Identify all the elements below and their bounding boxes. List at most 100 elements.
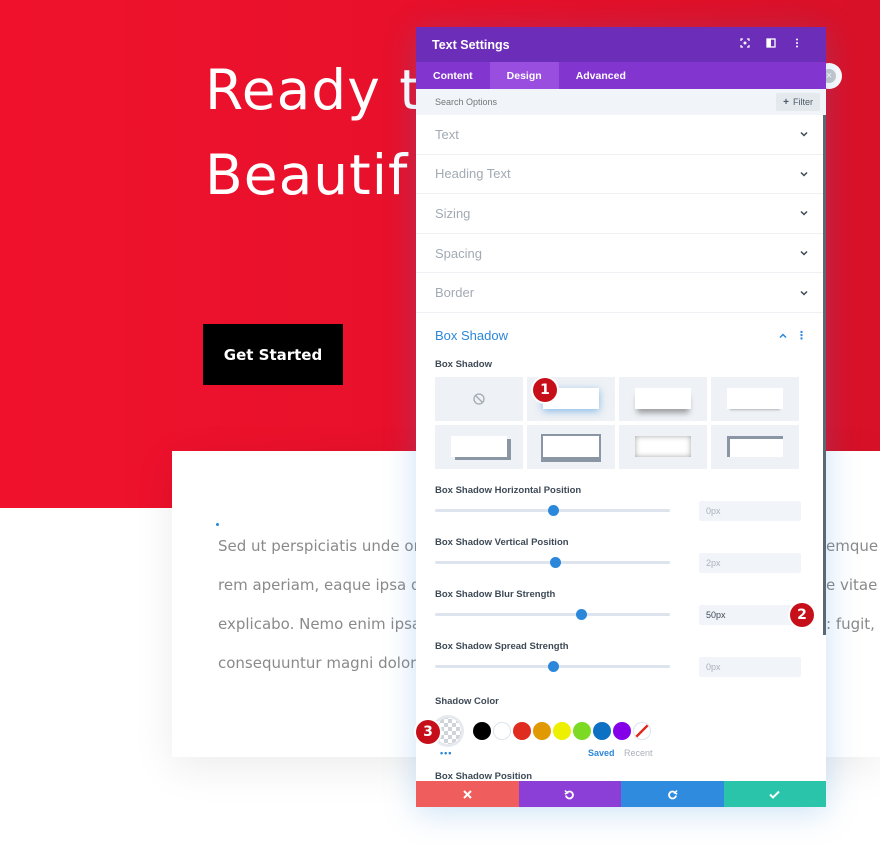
search-options-input[interactable] [435, 97, 777, 107]
save-button[interactable] [723, 781, 826, 807]
chevron-down-icon [800, 289, 808, 297]
slider-thumb[interactable] [547, 505, 559, 517]
text-settings-modal: Text Settings Content Design Advanced + … [416, 27, 826, 807]
swatch[interactable] [613, 721, 631, 740]
undo-button[interactable] [518, 781, 621, 807]
value-input[interactable]: 2px [699, 552, 801, 573]
shadow-color-label: Shadow Color [435, 695, 499, 707]
swatch[interactable] [573, 721, 591, 740]
close-icon [463, 789, 472, 799]
slider-track[interactable] [435, 661, 670, 673]
section-label: Border [435, 285, 475, 301]
modal-footer [416, 781, 826, 807]
value-input[interactable]: 50px [699, 604, 801, 625]
box-shadow-preset-label: Box Shadow [435, 358, 493, 370]
paragraph-line: Sed ut perspiciatis unde or [218, 537, 420, 555]
section-border[interactable]: Border [416, 273, 826, 313]
annotation-badge: 1 [533, 378, 557, 402]
preset-6[interactable] [619, 424, 707, 469]
chevron-up-icon [779, 332, 787, 340]
redo-button[interactable] [621, 781, 724, 807]
section-text[interactable]: Text [416, 115, 826, 155]
slider-track[interactable] [435, 609, 670, 621]
section-label: Sizing [435, 205, 471, 221]
cursor-dot [216, 523, 219, 526]
more-colors-icon[interactable]: ••• [440, 748, 588, 758]
split-view-icon[interactable] [758, 38, 784, 51]
section-heading-text[interactable]: Heading Text [416, 155, 826, 195]
preset-none[interactable] [435, 376, 523, 421]
color-swatches [435, 717, 807, 744]
swatch-tabs: ••• Saved Recent [435, 748, 807, 758]
slider-spread-strength: Box Shadow Spread Strength 0px [435, 641, 807, 677]
slider-label: Box Shadow Blur Strength [435, 588, 556, 600]
check-icon [769, 790, 780, 799]
swatch[interactable] [553, 721, 571, 740]
box-shadow-header[interactable]: Box Shadow ⋮ [435, 313, 807, 359]
section-more-icon[interactable]: ⋮ [796, 329, 807, 342]
paragraph-line-right: : fugit, s [826, 615, 880, 633]
preset-4[interactable] [435, 424, 523, 469]
slider-track[interactable] [435, 505, 670, 517]
preset-3[interactable] [711, 376, 799, 421]
modal-header: Text Settings [416, 27, 826, 62]
modal-scrollbar[interactable] [823, 115, 826, 635]
search-row: + Filter [416, 89, 826, 115]
modal-title: Text Settings [432, 37, 510, 52]
hero-title-line-2: Beautif [205, 143, 409, 207]
paragraph-line: explicabo. Nemo enim ipsa [218, 615, 422, 633]
slider-blur-strength: Box Shadow Blur Strength 50px [435, 589, 807, 625]
slider-label: Box Shadow Vertical Position [435, 536, 569, 548]
preset-7[interactable] [711, 424, 799, 469]
hero-title-line-1: Ready t [205, 58, 422, 122]
swatch[interactable] [513, 721, 531, 740]
swatch[interactable] [473, 721, 491, 740]
recent-colors-tab[interactable]: Recent [624, 748, 653, 758]
slider-track[interactable] [435, 557, 670, 569]
preset-2[interactable] [619, 376, 707, 421]
annotation-badge: 3 [416, 720, 440, 744]
chevron-down-icon [800, 209, 808, 217]
chevron-down-icon [800, 249, 808, 257]
paragraph-line: rem aperiam, eaque ipsa q [218, 576, 421, 594]
preset-5[interactable] [527, 424, 615, 469]
tab-design[interactable]: Design [489, 62, 559, 89]
annotation-badge: 2 [790, 603, 814, 627]
slider-label: Box Shadow Spread Strength [435, 640, 569, 652]
section-spacing[interactable]: Spacing [416, 234, 826, 274]
swatch[interactable] [593, 721, 611, 740]
tab-content[interactable]: Content [416, 62, 490, 89]
saved-colors-tab[interactable]: Saved [588, 748, 624, 758]
redo-icon [667, 789, 678, 799]
value-input[interactable]: 0px [699, 656, 801, 677]
clear-color-icon[interactable] [633, 721, 651, 740]
slider-horizontal-position: Box Shadow Horizontal Position 0px [435, 485, 807, 521]
modal-tabs: Content Design Advanced [416, 62, 826, 89]
chevron-down-icon [800, 130, 808, 138]
slider-thumb[interactable] [547, 661, 559, 673]
section-box-shadow: Box Shadow ⋮ Box Shadow Box Shadow Horiz… [416, 313, 826, 782]
chevron-down-icon [800, 170, 808, 178]
section-label: Box Shadow [435, 328, 508, 344]
swatch[interactable] [533, 721, 551, 740]
slider-thumb[interactable] [549, 557, 561, 569]
section-sizing[interactable]: Sizing [416, 194, 826, 234]
box-shadow-presets [435, 376, 807, 469]
paragraph-line-right: emque [826, 537, 879, 555]
filter-label: Filter [793, 97, 813, 107]
swatch[interactable] [493, 721, 511, 740]
slider-label: Box Shadow Horizontal Position [435, 484, 582, 496]
focus-icon[interactable] [732, 38, 758, 51]
value-input[interactable]: 0px [699, 500, 801, 521]
discard-button[interactable] [416, 781, 519, 807]
slider-vertical-position: Box Shadow Vertical Position 2px [435, 537, 807, 573]
section-label: Spacing [435, 245, 482, 261]
paragraph-line: consequuntur magni dolore [218, 654, 426, 672]
plus-icon: + [783, 96, 789, 108]
no-shadow-icon [473, 393, 485, 405]
get-started-button[interactable]: Get Started [203, 324, 343, 385]
more-icon[interactable] [784, 38, 810, 51]
tab-advanced[interactable]: Advanced [559, 62, 643, 89]
filter-button[interactable]: + Filter [776, 93, 820, 111]
slider-thumb[interactable] [575, 609, 587, 621]
